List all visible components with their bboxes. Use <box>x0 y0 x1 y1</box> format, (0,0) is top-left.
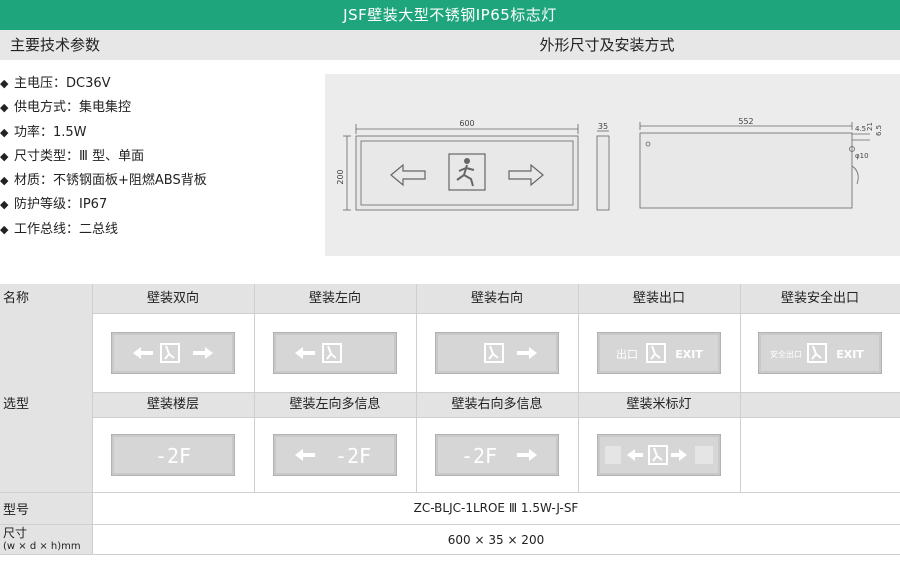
spec-item: ◆ 主电压：DC36V <box>0 72 320 96</box>
diamond-bullet-icon: ◆ <box>0 101 9 115</box>
dim-21-label: 21 <box>866 122 874 131</box>
dim-6-5-label: 6.5 <box>875 125 883 136</box>
diamond-bullet-icon: ◆ <box>0 198 9 212</box>
product-table: 名称 壁装双向 壁装左向 壁装右向 壁装出口 壁装安全出口 选型 出口 EXIT… <box>0 284 900 555</box>
selection-label: 选型 <box>0 313 92 492</box>
front-view-drawing <box>343 124 579 211</box>
page-banner: JSF壁装大型不锈钢IP65标志灯 <box>0 0 900 30</box>
dim-4-5-label: 4.5 <box>855 125 866 133</box>
empty-header-cell <box>740 393 900 417</box>
diamond-bullet-icon: ◆ <box>0 222 9 236</box>
spec-item: ◆ 尺寸类型：Ⅲ 型、单面 <box>0 145 320 169</box>
spec-item: ◆ 材质：不锈钢面板+阻燃ABS背板 <box>0 169 320 193</box>
svg-text:-2F: -2F <box>461 444 497 468</box>
sign-cell <box>92 313 254 393</box>
variant-header: 壁装右向多信息 <box>416 393 578 417</box>
variant-header: 壁装左向 <box>254 284 416 313</box>
svg-text:-2F: -2F <box>335 444 371 468</box>
spec-item: ◆ 供电方式：集电集控 <box>0 96 320 120</box>
dim-phi10-label: φ10 <box>855 152 869 160</box>
variant-header: 壁装右向 <box>416 284 578 313</box>
variant-header: 壁装安全出口 <box>740 284 900 313</box>
side-view-drawing <box>596 130 610 211</box>
sign-cell: 安全出口 EXIT <box>740 313 900 393</box>
sign-meter-marker-image <box>597 433 721 476</box>
side-length-label: 552 <box>738 117 753 126</box>
svg-text:-2F: -2F <box>155 444 191 468</box>
tech-params-heading: 主要技术参数 <box>0 30 314 60</box>
dimensions-heading: 外形尺寸及安装方式 <box>314 30 900 60</box>
spec-item: ◆ 功率：1.5W <box>0 121 320 145</box>
top-view-drawing <box>639 122 870 209</box>
diamond-bullet-icon: ◆ <box>0 77 9 90</box>
svg-text:出口: 出口 <box>616 347 638 361</box>
sign-cell: -2F <box>92 417 254 492</box>
sign-cell: -2F <box>416 417 578 492</box>
width-dim-label: 600 <box>459 119 474 128</box>
variant-header: 壁装左向多信息 <box>254 393 416 417</box>
sign-right-arrow-image <box>435 332 559 374</box>
model-label: 型号 <box>0 492 92 524</box>
svg-text:安全出口: 安全出口 <box>770 349 802 359</box>
sign-exit-image: 出口 EXIT <box>597 332 721 374</box>
name-label: 名称 <box>0 284 92 313</box>
spec-item: ◆ 工作总线：二总线 <box>0 218 320 242</box>
variant-header: 壁装楼层 <box>92 393 254 417</box>
sign-safe-exit-image: 安全出口 EXIT <box>758 332 882 374</box>
sign-left-multi-info-image: -2F <box>273 433 397 476</box>
height-dim-label: 200 <box>336 169 345 184</box>
sign-left-arrow-image <box>273 332 397 374</box>
sign-cell: 出口 EXIT <box>578 313 740 393</box>
depth-dim-label: 35 <box>598 122 608 131</box>
empty-cell <box>740 417 900 492</box>
sign-cell: -2F <box>254 417 416 492</box>
size-value: 600 × 35 × 200 <box>92 524 900 555</box>
variant-header: 壁装出口 <box>578 284 740 313</box>
variant-header: 壁装双向 <box>92 284 254 313</box>
sign-cell <box>254 313 416 393</box>
variant-header: 壁装米标灯 <box>578 393 740 417</box>
diamond-bullet-icon: ◆ <box>0 125 9 139</box>
diamond-bullet-icon: ◆ <box>0 174 9 188</box>
size-label: 尺寸 (w × d × h)mm <box>0 524 92 555</box>
model-value: ZC-BLJC-1LROE Ⅲ 1.5W-J-SF <box>92 492 900 524</box>
svg-text:EXIT: EXIT <box>836 348 864 361</box>
sign-cell <box>416 313 578 393</box>
diamond-bullet-icon: ◆ <box>0 149 9 163</box>
sign-floor-image: -2F <box>111 433 235 476</box>
dimension-drawing: 600 200 35 552 4.5 21 6.5 φ10 <box>325 74 900 256</box>
spec-list: ◆ 主电压：DC36V ◆ 供电方式：集电集控 ◆ 功率：1.5W ◆ 尺寸类型：Ⅲ 型… <box>0 72 320 242</box>
spec-item: ◆ 防护等级：IP67 <box>0 193 320 217</box>
svg-text:EXIT: EXIT <box>675 348 703 361</box>
sign-right-multi-info-image: -2F <box>435 433 559 476</box>
sign-cell <box>578 417 740 492</box>
sign-double-arrow-image <box>111 332 235 374</box>
